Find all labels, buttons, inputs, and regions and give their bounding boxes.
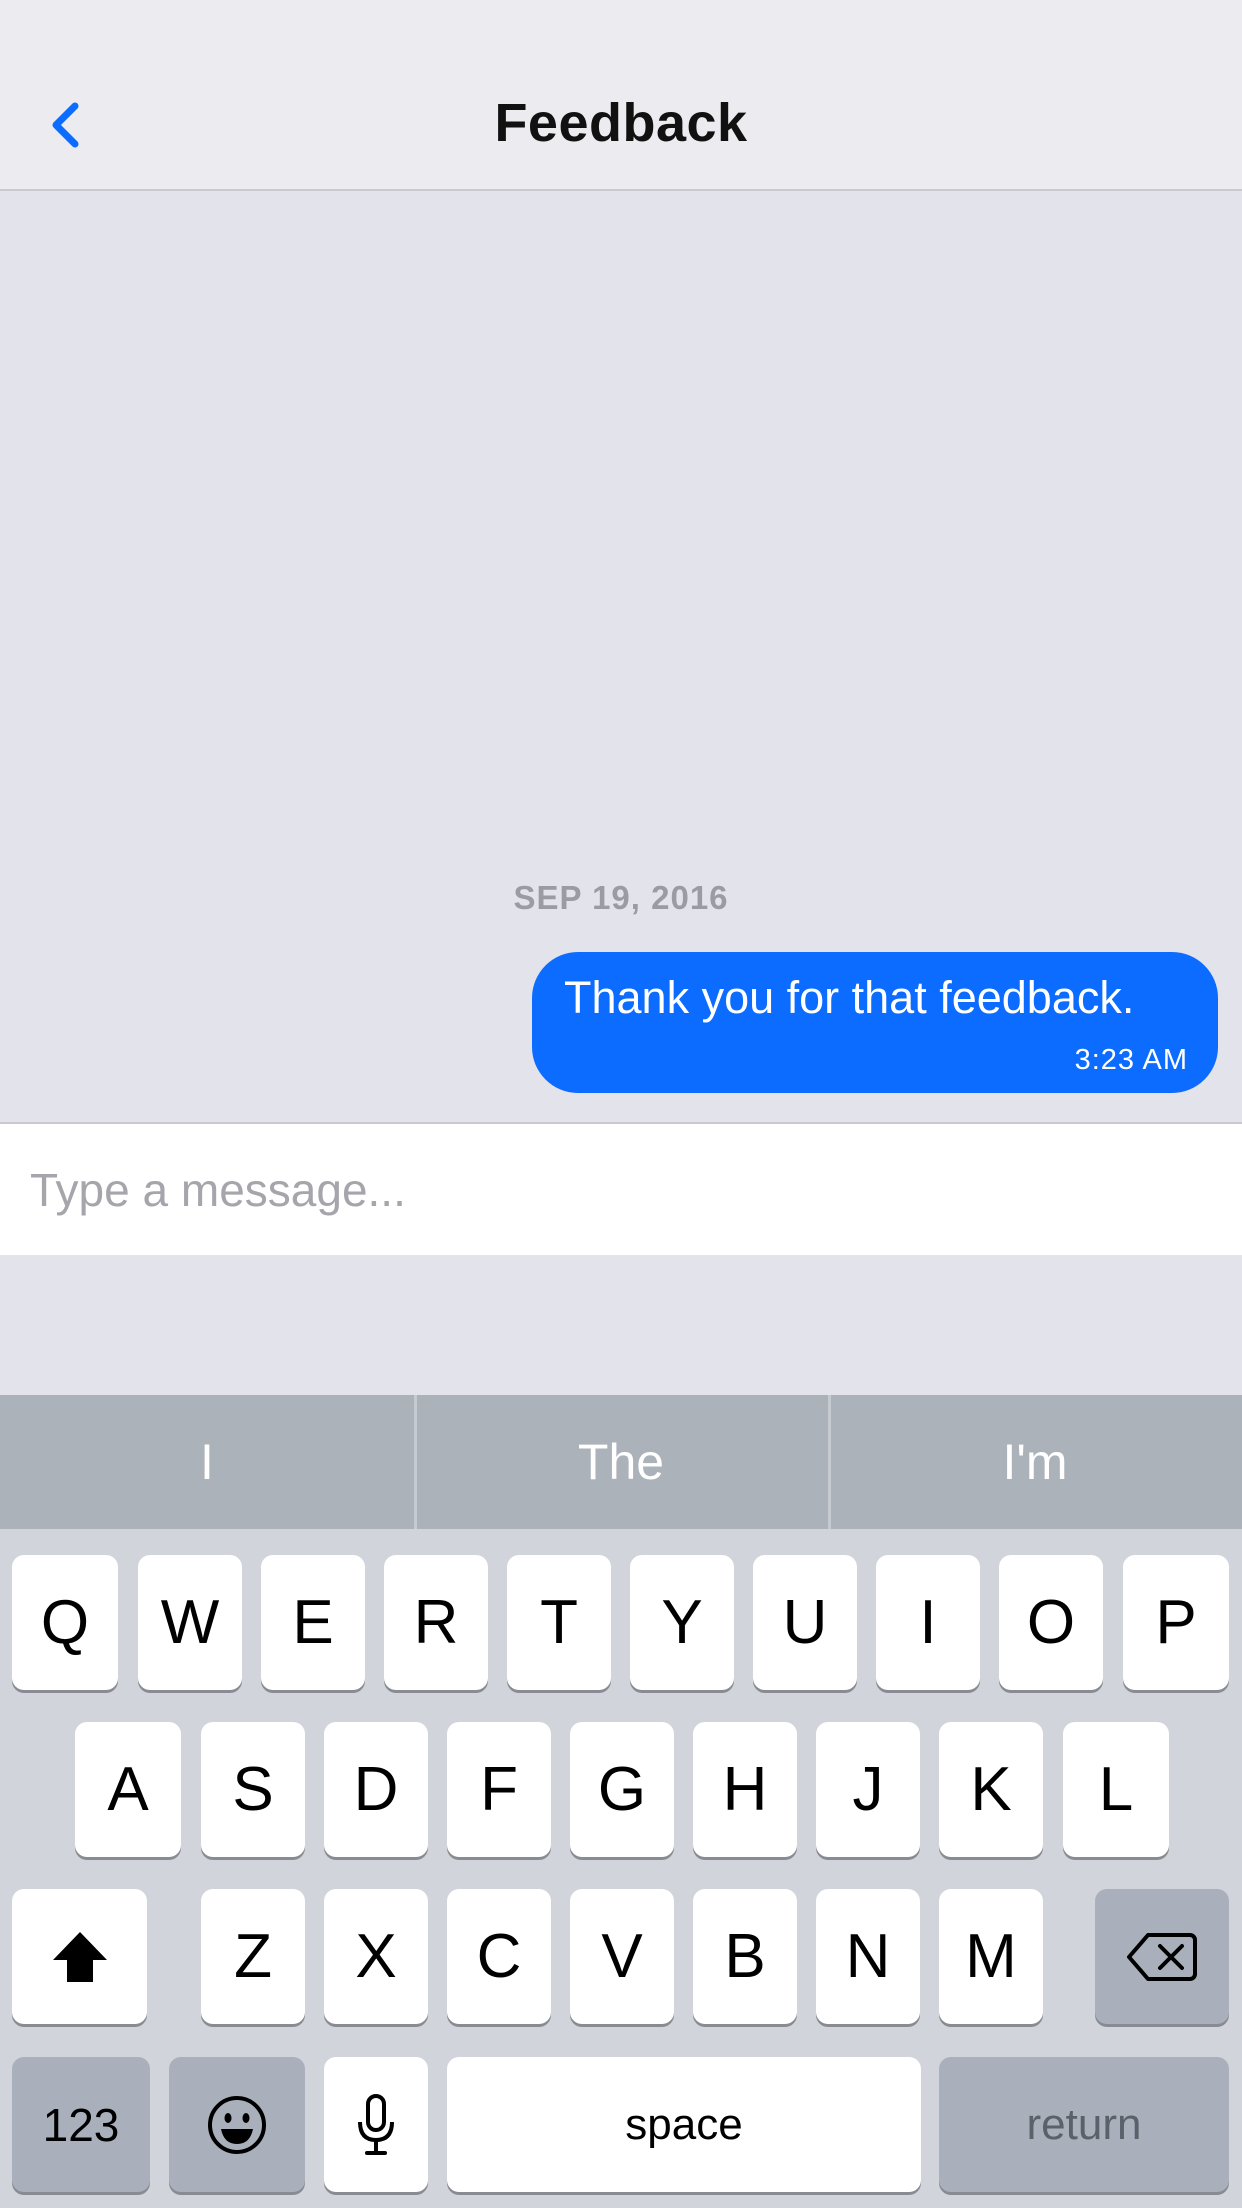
page-title: Feedback xyxy=(494,93,748,153)
key-i[interactable]: I xyxy=(876,1555,980,1690)
key-t[interactable]: T xyxy=(507,1555,611,1690)
key-v[interactable]: V xyxy=(570,1889,674,2024)
key-d[interactable]: D xyxy=(324,1722,428,1857)
suggestion-3[interactable]: I'm xyxy=(828,1395,1242,1529)
key-h[interactable]: H xyxy=(693,1722,797,1857)
dictation-key[interactable] xyxy=(324,2057,428,2192)
message-input[interactable] xyxy=(30,1152,1210,1228)
emoji-key[interactable] xyxy=(169,2057,305,2192)
key-y[interactable]: Y xyxy=(630,1555,734,1690)
key-u[interactable]: U xyxy=(753,1555,857,1690)
key-o[interactable]: O xyxy=(999,1555,1103,1690)
space-key[interactable]: space xyxy=(447,2057,921,2192)
message-input-bar xyxy=(0,1122,1242,1255)
shift-arrow-icon xyxy=(52,1931,107,1982)
key-a[interactable]: A xyxy=(75,1722,181,1857)
message-text: Thank you for that feedback. xyxy=(564,972,1135,1023)
key-x[interactable]: X xyxy=(324,1889,428,2024)
suggestion-1[interactable]: I xyxy=(0,1395,414,1529)
key-n[interactable]: N xyxy=(816,1889,920,2024)
key-e[interactable]: E xyxy=(261,1555,365,1690)
chat-area[interactable]: SEP 19, 2016 Thank you for that feedback… xyxy=(0,191,1242,1122)
return-key[interactable]: return xyxy=(939,2057,1229,2192)
keyboard: I The I'm Q W E R T Y U I O P A S D F G … xyxy=(0,1395,1242,2208)
key-s[interactable]: S xyxy=(201,1722,305,1857)
suggestion-2[interactable]: The xyxy=(414,1395,828,1529)
key-c[interactable]: C xyxy=(447,1889,551,2024)
shift-key[interactable] xyxy=(12,1889,147,2024)
key-k[interactable]: K xyxy=(939,1722,1043,1857)
backspace-icon xyxy=(1127,1932,1197,1981)
outgoing-message-bubble[interactable]: Thank you for that feedback. 3:23 AM xyxy=(532,952,1218,1093)
key-l[interactable]: L xyxy=(1063,1722,1169,1857)
key-g[interactable]: G xyxy=(570,1722,674,1857)
delete-key[interactable] xyxy=(1095,1889,1229,2024)
emoji-face-icon xyxy=(208,2095,266,2154)
key-m[interactable]: M xyxy=(939,1889,1043,2024)
navigation-bar: Feedback xyxy=(0,0,1242,191)
date-separator: SEP 19, 2016 xyxy=(513,879,729,916)
numbers-key[interactable]: 123 xyxy=(12,2057,150,2192)
key-p[interactable]: P xyxy=(1123,1555,1229,1690)
key-r[interactable]: R xyxy=(384,1555,488,1690)
key-q[interactable]: Q xyxy=(12,1555,118,1690)
key-z[interactable]: Z xyxy=(201,1889,305,2024)
key-b[interactable]: B xyxy=(693,1889,797,2024)
key-f[interactable]: F xyxy=(447,1722,551,1857)
key-j[interactable]: J xyxy=(816,1722,920,1857)
message-timestamp: 3:23 AM xyxy=(1074,1044,1188,1076)
key-w[interactable]: W xyxy=(138,1555,242,1690)
microphone-icon xyxy=(358,2093,394,2155)
predictive-bar: I The I'm xyxy=(0,1395,1242,1529)
